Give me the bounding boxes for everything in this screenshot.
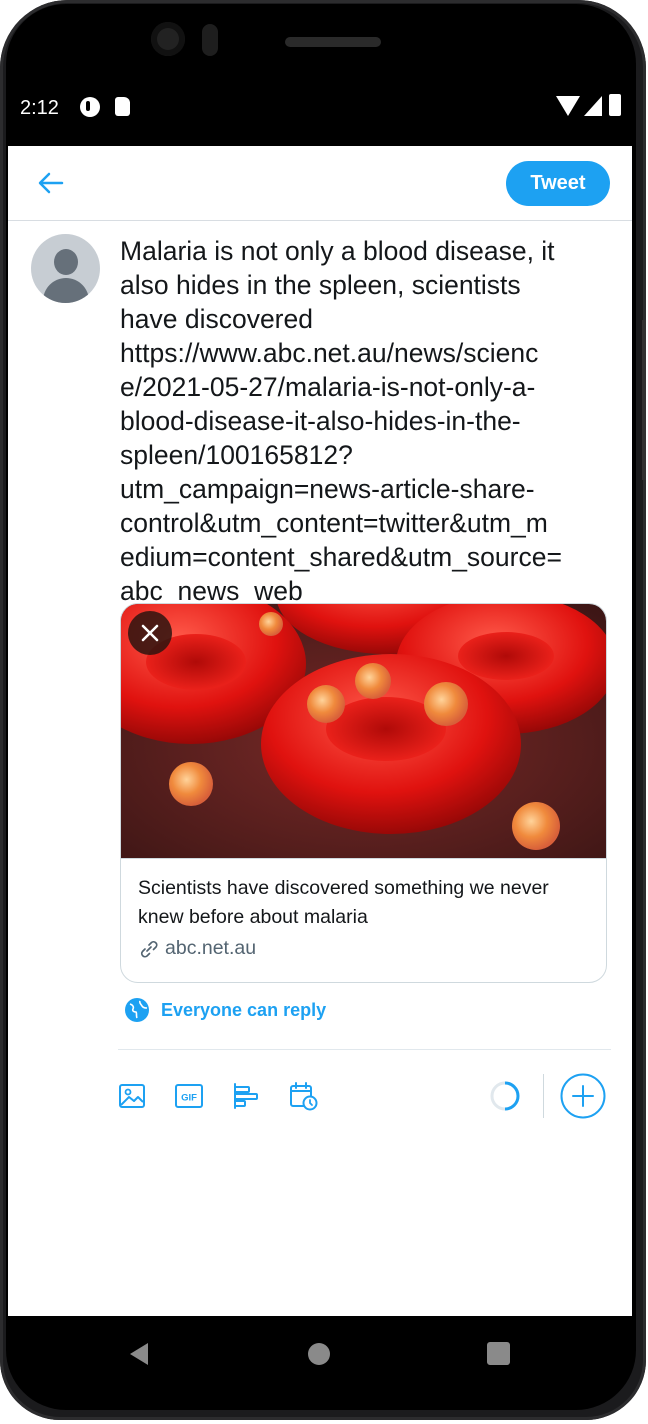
reply-setting-label: Everyone can reply xyxy=(161,1000,327,1020)
link-preview-card[interactable]: Scientists have discovered something we … xyxy=(120,603,607,983)
sd-card-icon xyxy=(115,97,130,116)
toolbar-separator xyxy=(543,1074,544,1118)
avatar xyxy=(31,234,100,303)
battery-icon xyxy=(609,94,621,116)
add-thread-icon[interactable] xyxy=(560,1073,606,1119)
front-camera xyxy=(151,22,185,56)
notification-icon xyxy=(80,97,100,117)
card-title: Scientists have discovered something we … xyxy=(138,877,549,928)
compose-screen: Tweet Malaria is not only a blood diseas… xyxy=(8,146,632,1316)
avatar-head xyxy=(54,249,78,275)
globe-icon xyxy=(125,998,149,1022)
poll-icon[interactable] xyxy=(230,1080,262,1112)
side-button xyxy=(642,320,646,480)
proximity-sensor xyxy=(202,24,218,56)
nav-home-icon[interactable] xyxy=(308,1343,330,1365)
schedule-icon[interactable] xyxy=(287,1080,319,1112)
tweet-button[interactable]: Tweet xyxy=(506,161,610,206)
link-icon xyxy=(140,940,158,958)
signal-icon xyxy=(584,96,602,116)
back-arrow-icon[interactable] xyxy=(36,168,66,198)
android-navigation-bar xyxy=(8,1316,632,1406)
earpiece-speaker xyxy=(285,37,381,47)
wifi-icon xyxy=(556,96,580,116)
svg-text:GIF: GIF xyxy=(181,1093,197,1104)
avatar-body xyxy=(43,278,89,303)
top-bar: Tweet xyxy=(8,146,632,221)
card-domain: abc.net.au xyxy=(165,937,257,959)
character-progress-ring xyxy=(490,1081,520,1111)
status-bar: 2:12 xyxy=(8,80,632,136)
nav-recents-icon[interactable] xyxy=(487,1342,510,1365)
toolbar-divider xyxy=(118,1049,611,1050)
gif-icon[interactable]: GIF xyxy=(173,1080,205,1112)
image-icon[interactable] xyxy=(116,1080,148,1112)
card-image xyxy=(121,604,606,859)
remove-card-button[interactable] xyxy=(128,611,172,655)
status-time: 2:12 xyxy=(20,97,59,119)
nav-back-icon[interactable] xyxy=(126,1340,152,1368)
close-icon xyxy=(141,624,159,642)
tweet-text-input[interactable]: Malaria is not only a blood disease, it … xyxy=(120,234,605,608)
